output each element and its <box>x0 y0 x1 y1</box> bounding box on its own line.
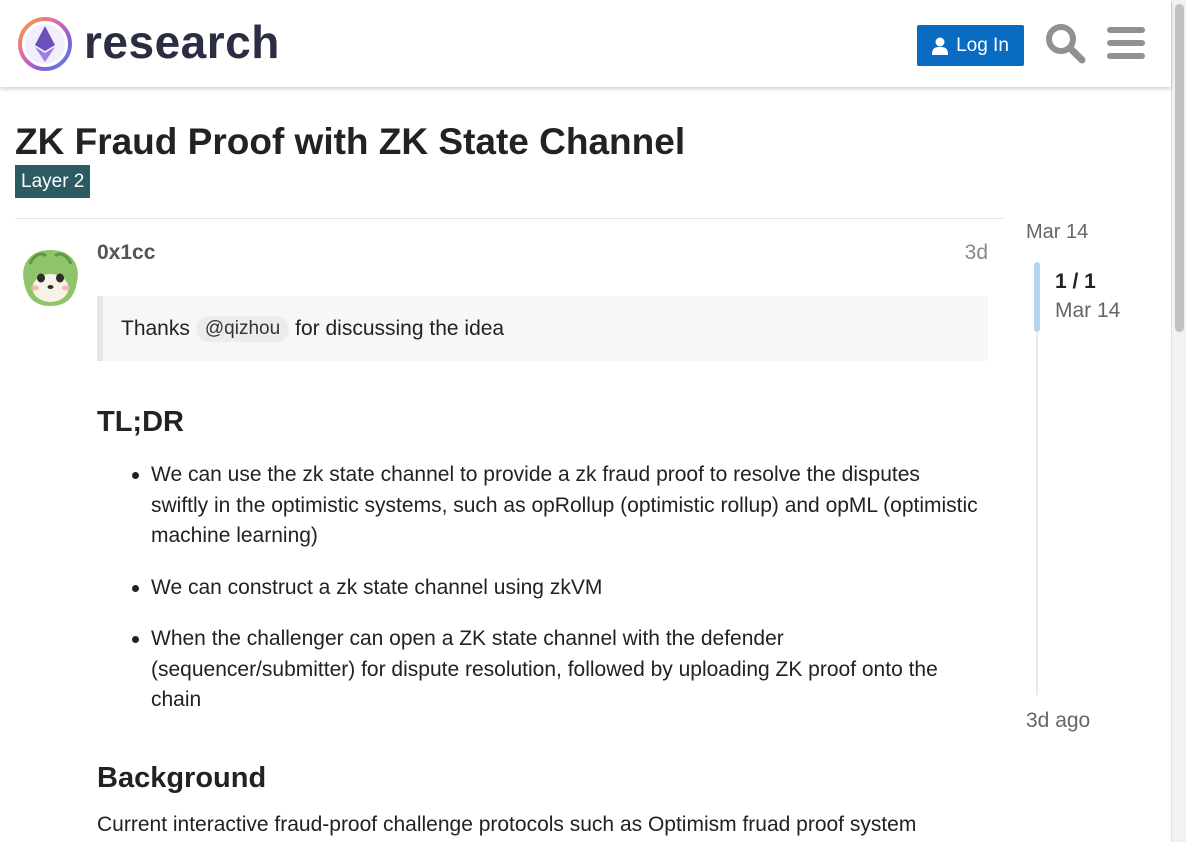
timeline-position-date: Mar 14 <box>1055 299 1121 322</box>
topic-title[interactable]: ZK Fraud Proof with ZK State Channel <box>15 122 685 162</box>
list-item: When the challenger can open a ZK state … <box>132 624 981 716</box>
page: research Log In ZK Fraud Proof with ZK S… <box>0 0 1186 842</box>
scrollbar-thumb[interactable] <box>1175 4 1184 332</box>
tldr-heading: TL;DR <box>97 406 184 438</box>
quote-block: Thanks @qizhou for discussing the idea <box>97 296 988 361</box>
title-divider <box>15 218 1004 219</box>
list-item: We can construct a zk state channel usin… <box>132 573 981 604</box>
login-label: Log In <box>956 34 1009 56</box>
quote-text-before: Thanks <box>121 316 190 340</box>
timeline-handle[interactable] <box>1034 262 1040 332</box>
login-button[interactable]: Log In <box>917 25 1024 66</box>
avatar-image <box>16 242 85 311</box>
quote-text-after: for discussing the idea <box>295 316 505 340</box>
ethereum-research-logo[interactable] <box>17 16 73 72</box>
user-icon <box>932 37 949 55</box>
avatar[interactable] <box>16 242 85 311</box>
site-header: research Log In <box>0 0 1171 87</box>
user-mention[interactable]: @qizhou <box>195 315 290 342</box>
list-item: We can use the zk state channel to provi… <box>132 460 981 552</box>
timeline-position: 1 / 1 <box>1055 270 1096 293</box>
post-author[interactable]: 0x1cc <box>97 240 155 266</box>
background-heading: Background <box>97 762 267 794</box>
category-badge[interactable]: Layer 2 <box>15 165 91 198</box>
search-icon[interactable] <box>1044 22 1086 64</box>
site-name[interactable]: research <box>84 14 280 70</box>
hamburger-menu-icon[interactable] <box>1107 26 1145 60</box>
tldr-list: We can use the zk state channel to provi… <box>132 460 981 737</box>
timeline-end-date[interactable]: 3d ago <box>1026 709 1090 733</box>
post-age[interactable]: 3d <box>965 240 988 266</box>
timeline-start-date[interactable]: Mar 14 <box>1026 221 1088 244</box>
background-paragraph: Current interactive fraud-proof challeng… <box>97 813 917 836</box>
page-scrollbar[interactable] <box>1171 0 1186 842</box>
